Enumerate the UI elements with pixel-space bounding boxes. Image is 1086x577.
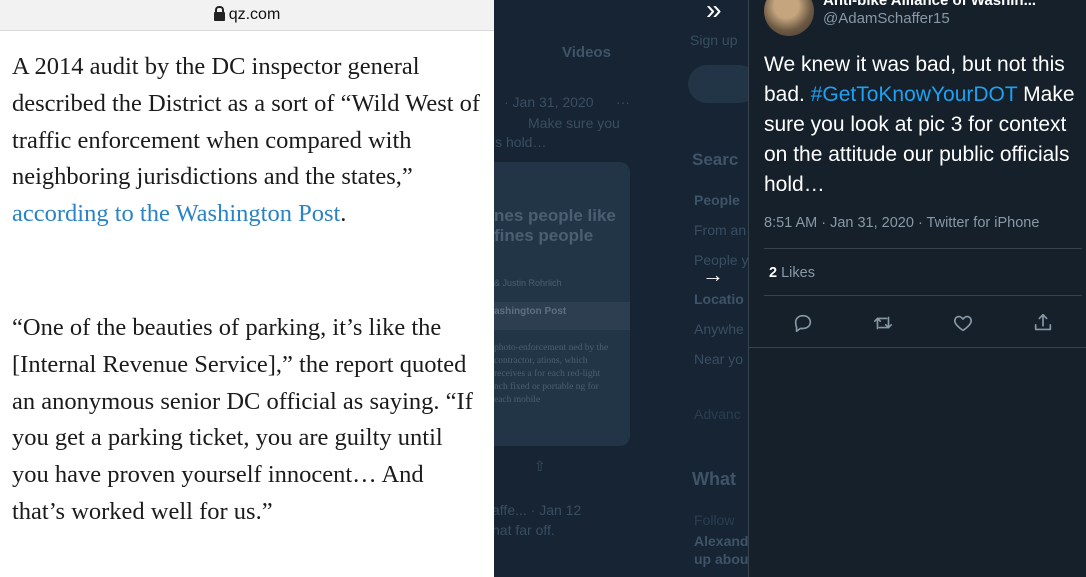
divider <box>764 295 1082 296</box>
double-chevron-icon[interactable]: » <box>706 0 722 26</box>
url-text: qz.com <box>228 6 281 23</box>
url-bar[interactable]: qz.com <box>0 0 494 31</box>
card-byline: & Justin Rohrlich <box>494 278 562 288</box>
share-icon[interactable] <box>1032 312 1054 334</box>
paragraph-1-end: . <box>340 200 347 228</box>
washington-post-link[interactable]: according to the Washington Post <box>12 200 340 227</box>
dim-tweet-date: · Jan 31, 2020 <box>504 94 594 110</box>
paragraph-1-text: A 2014 audit by the DC inspector general… <box>12 53 481 191</box>
tweet-text: We knew it was bad, but not this bad. #G… <box>764 50 1086 200</box>
card-body: photo-enforcement ned by the contractor,… <box>494 343 609 405</box>
article-paragraph-1: A 2014 audit by the DC inspector general… <box>12 49 482 233</box>
dim-up-abou: up abou <box>694 551 748 567</box>
reply-icon[interactable] <box>792 312 814 334</box>
dim-more-icon: ··· <box>616 94 630 110</box>
dim-anywhere: Anywhe <box>694 321 744 337</box>
lock-icon <box>213 5 225 22</box>
likes-number: 2 <box>769 265 778 281</box>
article-screenshot: qz.com A 2014 audit by the DC inspector … <box>0 0 494 577</box>
dim-link-card: nes people like fines people & Justin Ro… <box>494 162 630 446</box>
dim-advanced: Advanc <box>694 406 741 422</box>
dim-tweet2-text: hat far off. <box>494 522 555 538</box>
dim-follow: Follow <box>694 512 735 528</box>
dim-whats-heading: What <box>692 469 736 489</box>
divider <box>749 347 1086 348</box>
user-handle[interactable]: @AdamSchaffer15 <box>823 10 950 27</box>
dim-tweet2-meta: affe... · Jan 12 <box>494 502 582 518</box>
divider <box>764 248 1082 249</box>
dim-signup-pill <box>688 65 748 103</box>
dimmed-twitter-background: Videos Sign up · Jan 31, 2020 ··· Make s… <box>494 0 748 577</box>
like-icon[interactable] <box>952 312 974 334</box>
tab-videos: Videos <box>562 44 611 61</box>
dim-share-icon: ⇧ <box>534 458 546 474</box>
dim-alexand: Alexand <box>694 533 748 549</box>
card-headline: nes people like fines people <box>494 206 616 245</box>
retweet-icon[interactable] <box>872 312 894 334</box>
card-source: ashington Post <box>494 302 630 330</box>
more-icon[interactable]: ··· <box>1067 0 1086 8</box>
dim-location-label: Locatio <box>694 291 744 307</box>
article-paragraph-2: “One of the beauties of parking, it’s li… <box>12 314 473 525</box>
dim-search-heading: Searc <box>692 150 739 169</box>
dim-tweet-text-b: ls hold… <box>494 134 547 150</box>
hashtag-link[interactable]: #GetToKnowYourDOT <box>811 83 1018 106</box>
display-name[interactable]: Anti-bike Alliance of Washin... <box>823 0 1036 9</box>
tweet-panel: Anti-bike Alliance of Washin... ··· @Ada… <box>748 0 1086 577</box>
avatar[interactable] <box>764 0 814 36</box>
dim-from-anyone: From an <box>694 222 747 238</box>
dim-tweet-text-a: Make sure you <box>528 115 620 131</box>
signup-text: Sign up <box>690 32 738 48</box>
likes-label: Likes <box>777 265 815 281</box>
dim-people-label: People <box>694 192 740 208</box>
arrow-right-icon[interactable]: → <box>702 262 724 288</box>
tweet-timestamp[interactable]: 8:51 AM · Jan 31, 2020 · Twitter for iPh… <box>764 215 1039 231</box>
likes-count[interactable]: 2 Likes <box>769 265 815 281</box>
dim-near-you: Near yo <box>694 351 744 367</box>
